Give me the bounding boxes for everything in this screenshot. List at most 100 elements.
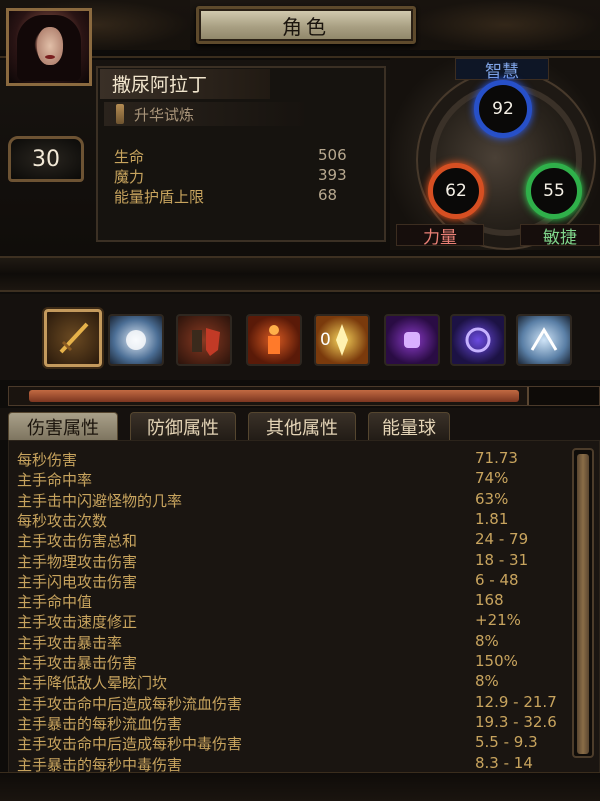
table-row: 主手物理攻击伤害 18 - 31 [17, 551, 577, 571]
avatar-lips [45, 55, 55, 59]
dexterity-label: 敏捷 [520, 224, 600, 248]
stat-energy-shield: 能量护盾上限 68 [114, 186, 354, 206]
panel-divider [0, 256, 600, 292]
table-row: 主手攻击命中后造成每秒流血伤害 12.9 - 21.7 [17, 693, 577, 713]
hand-aura-icon [465, 327, 491, 353]
stat-value: 19.3 - 32.6 [475, 712, 557, 731]
stat-label: 能量护盾上限 [114, 188, 205, 206]
skill-badge: 0 [320, 330, 331, 350]
dash-icon [530, 327, 558, 351]
tab-damage[interactable]: 伤害属性 [8, 412, 118, 440]
table-row: 主手攻击命中后造成每秒中毒伤害 5.5 - 9.3 [17, 733, 577, 753]
stat-label: 主手攻击暴击率 [17, 633, 123, 652]
damage-stats-panel: 每秒伤害 71.73 主手命中率 74% 主手击中闪避怪物的几率 63% 每秒攻击次数 1.8… [8, 440, 600, 801]
class-name: 升华试炼 [134, 105, 195, 124]
title-plate: 角色 [196, 6, 416, 44]
stat-label: 主手降低敌人晕眩门坎 [17, 674, 168, 693]
stat-value: 18 - 31 [475, 550, 529, 569]
skill-slot-4[interactable] [246, 314, 302, 366]
table-row: 主手命中值 168 [17, 591, 577, 611]
skill-slot-2[interactable] [108, 314, 164, 366]
stat-value: 68 [318, 186, 338, 204]
table-row: 主手攻击速度修正 +21% [17, 611, 577, 631]
experience-bar [8, 386, 600, 406]
stat-label: 每秒攻击次数 [17, 511, 108, 530]
stat-label: 魔力 [114, 168, 145, 186]
table-row: 主手暴击的每秒流血伤害 19.3 - 32.6 [17, 713, 577, 733]
skill-slot-6[interactable] [384, 314, 440, 366]
stat-label: 主手命中值 [17, 593, 93, 612]
stat-value: 74% [475, 469, 509, 488]
fire-body-icon [268, 325, 280, 354]
stats-tabs: 伤害属性 防御属性 其他属性 能量球 [0, 408, 600, 440]
stat-value: 8% [475, 631, 499, 650]
table-row: 主手暴击的每秒中毒伤害 8.3 - 14 [17, 754, 577, 774]
tab-energy-orbs[interactable]: 能量球 [368, 412, 450, 440]
stat-mana: 魔力 393 [114, 166, 354, 186]
level-value: 30 [32, 146, 60, 172]
stat-value: 506 [318, 146, 347, 164]
stat-label: 主手攻击命中后造成每秒中毒伤害 [17, 735, 243, 754]
class-row: 升华试炼 [104, 102, 304, 126]
shield-warrior-icon [192, 328, 220, 356]
table-row: 主手攻击暴击伤害 150% [17, 652, 577, 672]
skills-bar: 0 [0, 294, 600, 380]
stat-label: 主手命中率 [17, 471, 93, 490]
table-row: 每秒伤害 71.73 [17, 449, 577, 469]
stat-value: 1.81 [475, 509, 509, 528]
scrollbar-thumb[interactable] [577, 454, 589, 754]
stat-label: 主手暴击的每秒流血伤害 [17, 714, 183, 733]
avatar-face [37, 27, 63, 65]
stat-label: 主手攻击伤害总和 [17, 532, 138, 551]
table-row: 主手降低敌人晕眩门坎 8% [17, 672, 577, 692]
stat-value: 393 [318, 166, 347, 184]
table-row: 主手命中率 74% [17, 469, 577, 489]
tab-defense[interactable]: 防御属性 [130, 412, 236, 440]
ice-nova-icon [126, 330, 146, 350]
intelligence-orb[interactable]: 92 [474, 80, 532, 138]
table-row: 主手攻击伤害总和 24 - 79 [17, 530, 577, 550]
tab-other[interactable]: 其他属性 [248, 412, 356, 440]
skill-slot-3[interactable] [176, 314, 232, 366]
stat-value: 63% [475, 489, 509, 508]
stat-label: 主手攻击暴击伤害 [17, 654, 138, 672]
portrait-column [6, 8, 94, 234]
stat-label: 主手攻击命中后造成每秒流血伤害 [17, 694, 243, 713]
header-ornament-right [410, 0, 600, 50]
table-row: 主手闪电攻击伤害 6 - 48 [17, 571, 577, 591]
stat-value: 24 - 79 [475, 530, 529, 549]
stat-label: 主手攻击速度修正 [17, 613, 138, 632]
table-row: 每秒攻击次数 1.81 [17, 510, 577, 530]
intelligence-label: 智慧 [455, 58, 549, 82]
experience-bar-cap [527, 387, 599, 405]
experience-fill [29, 390, 519, 402]
skill-slot-1[interactable] [44, 309, 102, 367]
stat-value: 6 - 48 [475, 570, 519, 589]
stat-life: 生命 506 [114, 146, 354, 166]
strength-orb[interactable]: 62 [428, 163, 484, 219]
stat-value: 150% [475, 652, 518, 670]
stat-label: 生命 [114, 148, 145, 166]
class-icon [116, 104, 124, 124]
stat-label: 主手物理攻击伤害 [17, 552, 138, 571]
strength-label: 力量 [396, 224, 484, 248]
sword-icon [59, 322, 89, 354]
stat-value: +21% [475, 611, 521, 630]
bottom-frame [0, 772, 600, 801]
stat-value: 12.9 - 21.7 [475, 692, 557, 711]
stat-value: 71.73 [475, 449, 518, 467]
stat-value: 8.3 - 14 [475, 753, 533, 772]
skill-slot-5[interactable]: 0 [314, 314, 370, 366]
dexterity-orb[interactable]: 55 [526, 163, 582, 219]
character-name: 撒尿阿拉丁 [112, 74, 208, 96]
table-row: 主手攻击暴击率 8% [17, 632, 577, 652]
fist-aura-icon [404, 332, 420, 348]
page-title: 角色 [282, 14, 330, 39]
stat-label: 主手闪电攻击伤害 [17, 572, 138, 591]
avatar[interactable] [6, 8, 92, 86]
stats-scrollbar[interactable] [572, 448, 594, 758]
skill-slot-7[interactable] [450, 314, 506, 366]
level-badge: 30 [8, 136, 84, 182]
skill-slot-8[interactable] [516, 314, 572, 366]
table-row: 主手击中闪避怪物的几率 63% [17, 490, 577, 510]
